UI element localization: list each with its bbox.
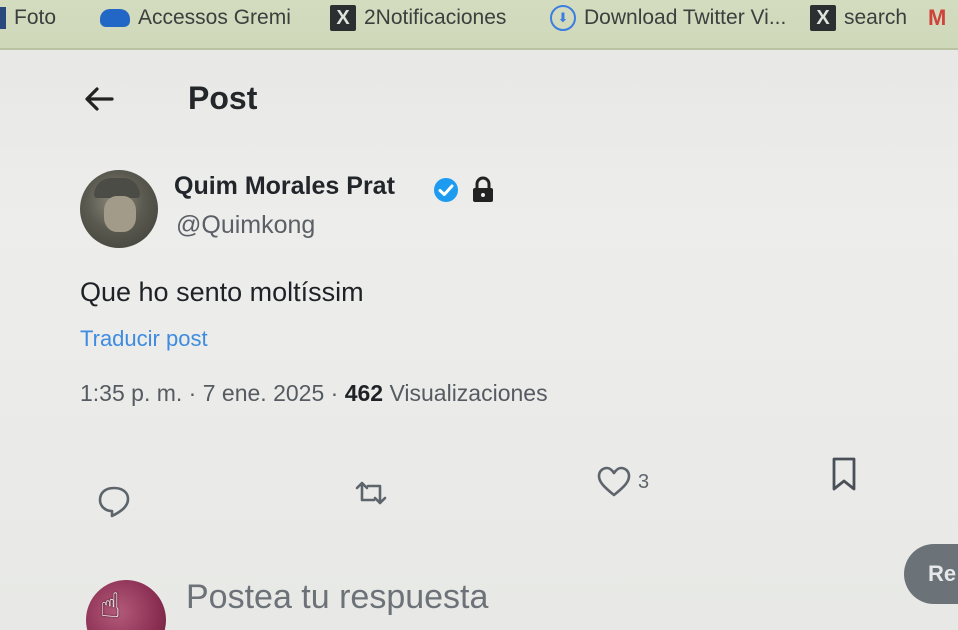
meta-separator: · <box>188 380 197 406</box>
gmail-icon: M <box>928 5 947 30</box>
post-text: Que ho sento moltíssim <box>80 277 364 307</box>
bookmark-label: 2Notificaciones <box>364 6 507 29</box>
like-button[interactable]: 3 <box>596 466 649 498</box>
post-date[interactable]: 7 ene. 2025 <box>203 380 325 406</box>
bookmark-download-twitter[interactable]: ⬇ Download Twitter Vi... <box>550 4 786 32</box>
bookmark-label: Accessos Gremi <box>138 6 291 29</box>
reply-bubble-icon <box>96 484 132 518</box>
post-meta: 1:35 p. m. · 7 ene. 2025 · 462 Visualiza… <box>80 380 548 407</box>
views-count: 462 <box>344 380 384 406</box>
bookmark-notificaciones[interactable]: X 2Notificaciones <box>330 4 506 32</box>
author-name[interactable]: Quim Morales Prat <box>174 172 395 201</box>
bookmark-accessos-gremi[interactable]: Accessos Gremi <box>100 4 291 32</box>
like-count: 3 <box>638 470 650 493</box>
views-label: Visualizaciones <box>389 380 548 406</box>
reply-button[interactable] <box>96 484 132 518</box>
current-user-avatar[interactable] <box>86 580 166 630</box>
bookmark-button[interactable] <box>830 456 858 492</box>
bookmark-icon <box>830 456 858 492</box>
bookmark-search[interactable]: X search <box>810 4 907 32</box>
repost-icon <box>352 478 390 508</box>
author-handle[interactable]: @Quimkong <box>176 211 315 240</box>
page-title: Post <box>188 80 258 116</box>
bookmark-label: search <box>844 6 908 29</box>
screen: Foto Accessos Gremi X 2Notificaciones ⬇ … <box>0 0 958 630</box>
bookmark-foto[interactable]: Foto <box>0 4 56 32</box>
cloud-icon <box>100 9 130 27</box>
dark-square-icon <box>0 7 6 29</box>
post-time[interactable]: 1:35 p. m. <box>80 380 182 406</box>
bookmark-label: Foto <box>14 6 57 29</box>
bookmark-label: Download Twitter Vi... <box>584 6 787 29</box>
repost-button[interactable] <box>352 478 390 508</box>
hand-cursor-icon: ☝ <box>100 587 121 625</box>
avatar[interactable] <box>80 170 158 248</box>
bookmark-gmail[interactable]: M <box>928 4 946 32</box>
download-circle-icon: ⬇ <box>550 5 576 31</box>
x-logo-icon: X <box>810 5 836 31</box>
arrow-left-icon[interactable] <box>82 84 116 114</box>
bookmarks-bar: Foto Accessos Gremi X 2Notificaciones ⬇ … <box>0 0 958 50</box>
x-logo-icon: X <box>330 5 356 31</box>
meta-separator: · <box>330 380 339 406</box>
heart-icon <box>596 466 632 498</box>
translate-post-link[interactable]: Traducir post <box>80 326 208 352</box>
verified-badge-icon <box>432 176 460 204</box>
reply-submit-button[interactable]: Re <box>904 544 958 604</box>
lock-icon <box>470 176 496 204</box>
reply-input[interactable]: Postea tu respuesta <box>186 578 488 617</box>
